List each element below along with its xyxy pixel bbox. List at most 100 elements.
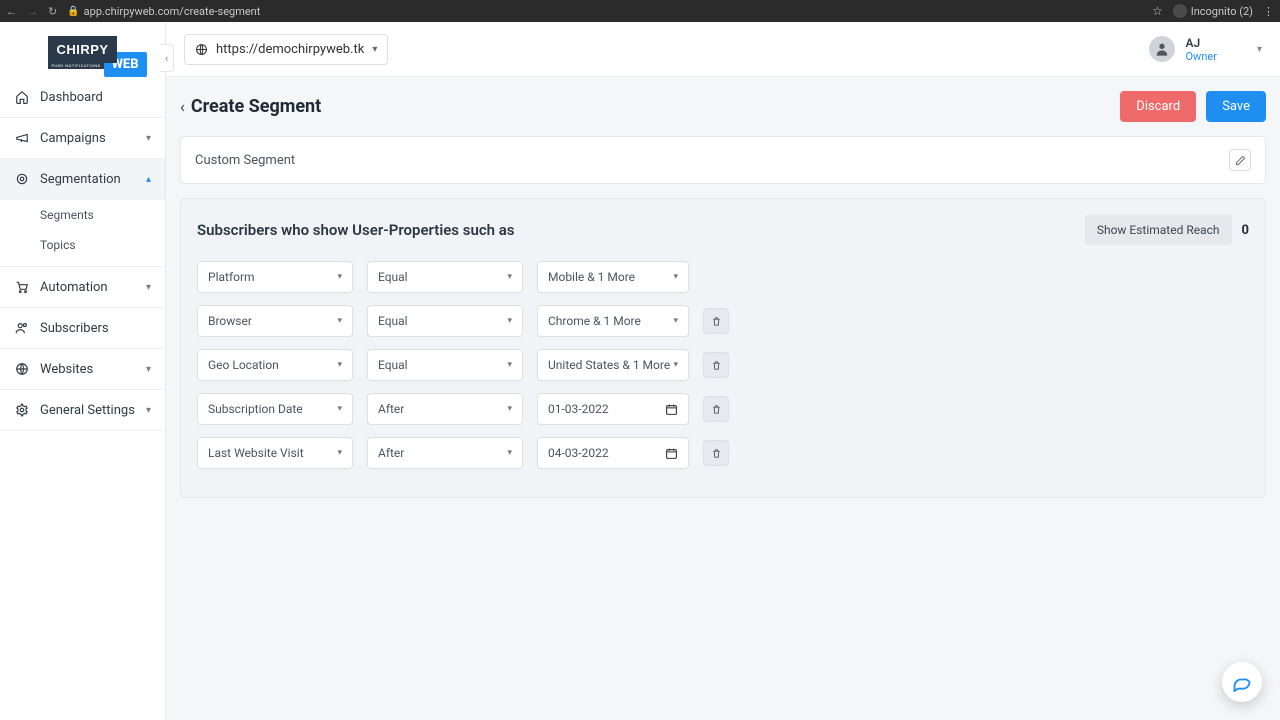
- page-title: Create Segment: [191, 96, 321, 117]
- avatar: [1149, 36, 1175, 62]
- sidebar-item-label: Subscribers: [40, 321, 109, 336]
- rule-value-select[interactable]: United States & 1 More▾: [537, 349, 689, 381]
- rule-operator-select[interactable]: After▾: [367, 393, 523, 425]
- reach-count: 0: [1242, 223, 1249, 238]
- rule-operator-select[interactable]: Equal▾: [367, 305, 523, 337]
- rule-delete-button[interactable]: [703, 352, 729, 378]
- chevron-down-icon: ▾: [507, 316, 512, 326]
- sidebar-item-campaigns[interactable]: Campaigns ▾: [0, 118, 165, 159]
- rule-operator-select[interactable]: Equal▾: [367, 261, 523, 293]
- rule-delete-button[interactable]: [703, 308, 729, 334]
- address-bar[interactable]: app.chirpyweb.com/create-segment: [84, 5, 1152, 18]
- sidebar-item-segmentation[interactable]: Segmentation ▴: [0, 159, 165, 200]
- cart-icon: [14, 279, 30, 295]
- sidebar-item-label: Dashboard: [40, 90, 103, 105]
- sidebar: CHIRPY PUSH NOTIFICATIONS WEB Dashboard …: [0, 22, 166, 720]
- rule-property-select[interactable]: Browser▾: [197, 305, 353, 337]
- rule-date-input[interactable]: 04-03-2022: [537, 437, 689, 469]
- chevron-down-icon: ▾: [337, 448, 342, 458]
- sidebar-item-subscribers[interactable]: Subscribers: [0, 308, 165, 349]
- lock-icon: 🔒: [67, 6, 79, 17]
- forward-icon[interactable]: →: [27, 5, 38, 18]
- rules-subtitle: Subscribers who show User-Properties suc…: [197, 221, 515, 239]
- edit-icon[interactable]: [1229, 149, 1251, 171]
- sidebar-item-general-settings[interactable]: General Settings ▾: [0, 390, 165, 431]
- chevron-down-icon: ▾: [372, 44, 377, 55]
- chevron-down-icon: ▾: [337, 360, 342, 370]
- chevron-down-icon: ▾: [146, 282, 151, 293]
- rule-date-input[interactable]: 01-03-2022: [537, 393, 689, 425]
- rule-row: Browser▾ Equal▾ Chrome & 1 More▾: [197, 305, 1249, 337]
- sidebar-collapse-handle[interactable]: ‹: [160, 44, 174, 72]
- sidebar-item-automation[interactable]: Automation ▾: [0, 267, 165, 308]
- rule-operator-select[interactable]: After▾: [367, 437, 523, 469]
- chat-fab[interactable]: [1222, 662, 1262, 702]
- rule-row: Geo Location▾ Equal▾ United States & 1 Mor…: [197, 349, 1249, 381]
- kebab-menu-icon[interactable]: ⋮: [1263, 5, 1274, 18]
- chevron-down-icon: ▾: [673, 360, 678, 370]
- rule-property-select[interactable]: Platform▾: [197, 261, 353, 293]
- sidebar-subitems-segmentation: Segments Topics: [0, 200, 165, 267]
- user-role: Owner: [1185, 50, 1216, 63]
- rule-row: Last Website Visit▾ After▾ 04-03-2022: [197, 437, 1249, 469]
- home-icon: [14, 89, 30, 105]
- sidebar-item-label: General Settings: [40, 403, 135, 418]
- chevron-down-icon: ▾: [507, 404, 512, 414]
- sidebar-item-label: Campaigns: [40, 131, 106, 146]
- calendar-icon: [665, 447, 678, 460]
- chevron-down-icon: ▾: [337, 404, 342, 414]
- target-icon: [14, 171, 30, 187]
- rule-operator-select[interactable]: Equal▾: [367, 349, 523, 381]
- sidebar-item-label: Automation: [40, 280, 108, 295]
- chevron-up-icon: ▴: [146, 174, 151, 185]
- rule-property-select[interactable]: Geo Location▾: [197, 349, 353, 381]
- calendar-icon: [665, 403, 678, 416]
- megaphone-icon: [14, 130, 30, 146]
- back-icon[interactable]: ‹: [180, 97, 185, 116]
- sidebar-item-websites[interactable]: Websites ▾: [0, 349, 165, 390]
- rule-property-select[interactable]: Last Website Visit▾: [197, 437, 353, 469]
- chevron-down-icon: ▾: [507, 360, 512, 370]
- incognito-badge[interactable]: Incognito (2): [1173, 4, 1253, 18]
- rule-value-select[interactable]: Chrome & 1 More▾: [537, 305, 689, 337]
- back-icon[interactable]: ←: [6, 5, 17, 18]
- sidebar-subitem-topics[interactable]: Topics: [0, 230, 165, 260]
- sidebar-subitem-segments[interactable]: Segments: [0, 200, 165, 230]
- user-name: AJ: [1185, 36, 1216, 50]
- show-estimated-reach-button[interactable]: Show Estimated Reach: [1085, 215, 1232, 245]
- browser-chrome: ← → ↻ 🔒 app.chirpyweb.com/create-segment…: [0, 0, 1280, 22]
- chevron-down-icon: ▾: [507, 272, 512, 282]
- reload-icon[interactable]: ↻: [48, 5, 57, 18]
- chevron-down-icon: ▾: [1257, 44, 1262, 55]
- rule-value-select[interactable]: Mobile & 1 More▾: [537, 261, 689, 293]
- logo: CHIRPY PUSH NOTIFICATIONS WEB: [0, 22, 165, 77]
- user-menu[interactable]: AJ Owner ▾: [1149, 36, 1262, 63]
- users-icon: [14, 320, 30, 336]
- rules-panel: Subscribers who show User-Properties suc…: [180, 198, 1266, 498]
- globe-icon: [14, 361, 30, 377]
- rule-row: Subscription Date▾ After▾ 01-03-2022: [197, 393, 1249, 425]
- discard-button[interactable]: Discard: [1120, 91, 1196, 122]
- chevron-down-icon: ▾: [146, 133, 151, 144]
- page-header: ‹ Create Segment Discard Save: [180, 91, 1266, 122]
- segment-name: Custom Segment: [195, 153, 295, 168]
- rule-property-select[interactable]: Subscription Date▾: [197, 393, 353, 425]
- sidebar-item-dashboard[interactable]: Dashboard: [0, 77, 165, 118]
- globe-icon: [195, 43, 208, 56]
- topbar: https://demochirpyweb.tk ▾ AJ Owner ▾: [166, 22, 1280, 77]
- site-selector[interactable]: https://demochirpyweb.tk ▾: [184, 34, 388, 65]
- chevron-down-icon: ▾: [673, 272, 678, 282]
- bookmark-icon[interactable]: ☆: [1152, 4, 1163, 18]
- chevron-down-icon: ▾: [337, 316, 342, 326]
- chevron-down-icon: ▾: [673, 316, 678, 326]
- gear-icon: [14, 402, 30, 418]
- sidebar-item-label: Segmentation: [40, 172, 121, 187]
- rule-delete-button[interactable]: [703, 396, 729, 422]
- site-selector-value: https://demochirpyweb.tk: [216, 42, 364, 57]
- chevron-down-icon: ▾: [146, 364, 151, 375]
- rule-delete-button[interactable]: [703, 440, 729, 466]
- chevron-down-icon: ▾: [507, 448, 512, 458]
- rule-row: Platform▾ Equal▾ Mobile & 1 More▾: [197, 261, 1249, 293]
- segment-name-row: Custom Segment: [180, 136, 1266, 184]
- save-button[interactable]: Save: [1206, 91, 1266, 122]
